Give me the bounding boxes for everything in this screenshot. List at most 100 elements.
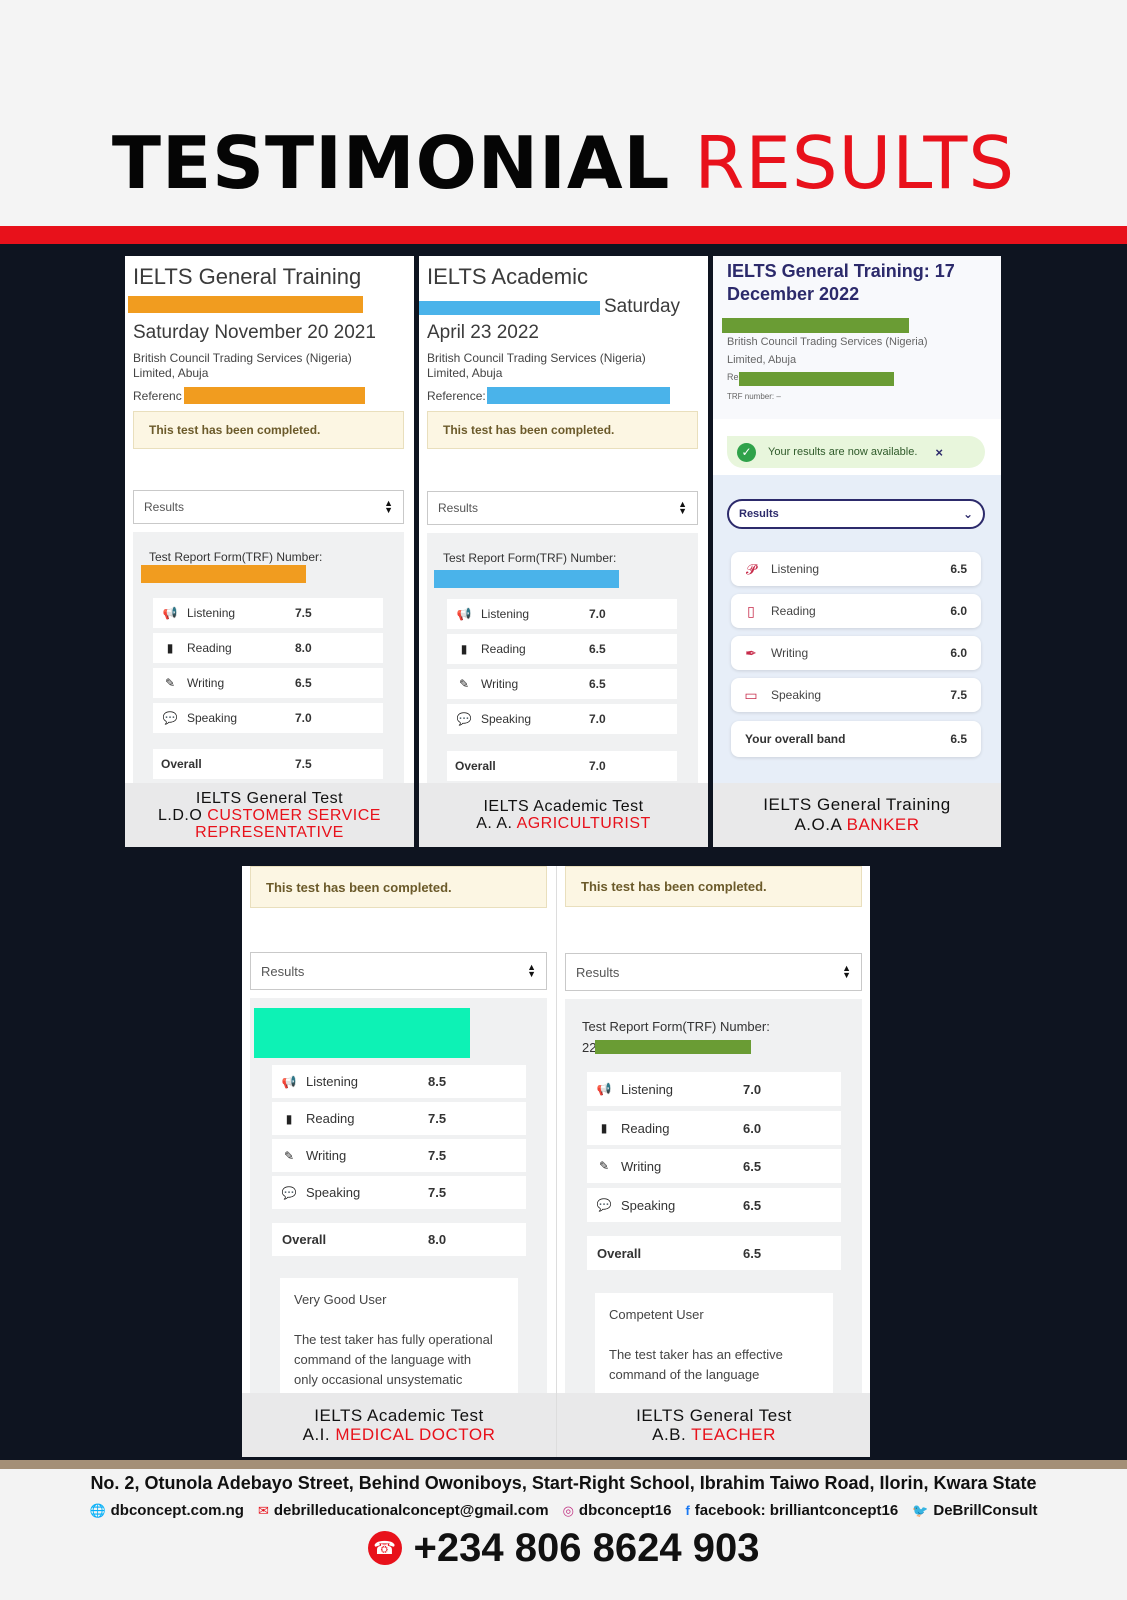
twitter-contact[interactable]: 🐦 DeBrillConsult <box>912 1502 1037 1519</box>
book-icon: ▮ <box>285 1111 293 1126</box>
testimonial-caption: IELTS Academic Test A.I. MEDICAL DOCTOR <box>242 1393 556 1457</box>
band-description: Very Good User The test taker has fully … <box>280 1278 518 1398</box>
score-row-overall: Overall 6.5 <box>587 1236 841 1270</box>
redaction-bar <box>128 296 363 313</box>
result-card-1: IELTS General Training Saturday November… <box>125 256 414 847</box>
score-value: 7.5 <box>428 1111 447 1126</box>
banner-text: Your results are now available. <box>768 446 918 458</box>
megaphone-icon: 📢 <box>596 1082 612 1096</box>
testimonial-caption: IELTS General Test L.D.O CUSTOMER SERVIC… <box>125 783 414 847</box>
facebook-contact[interactable]: f facebook: brilliantconcept16 <box>685 1502 898 1519</box>
caption-initials: A.B. <box>652 1425 687 1444</box>
score-label: Writing <box>481 677 519 691</box>
caption-test-type: IELTS General Test <box>636 1406 792 1425</box>
book-icon: ▮ <box>460 642 468 656</box>
title-part1: TESTIMONIAL <box>111 121 671 205</box>
globe-icon: 🌐 <box>89 1502 106 1518</box>
book-icon: ▯ <box>747 602 755 619</box>
instagram-icon: ◎ <box>562 1502 574 1518</box>
results-available-banner: ✓ Your results are now available. × <box>727 436 985 468</box>
score-row-speaking: ▭ Speaking 7.5 <box>731 678 981 712</box>
speech-icon: 💬 <box>162 711 178 725</box>
score-value: 7.0 <box>589 712 606 726</box>
score-row-overall: Overall 8.0 <box>272 1223 526 1256</box>
test-center-line2: Limited, Abuja <box>727 354 797 366</box>
score-row-writing: ✎ Writing 6.5 <box>587 1149 841 1183</box>
caption-profession: AGRICULTURIST <box>516 815 651 832</box>
score-label: Speaking <box>481 712 532 726</box>
close-icon[interactable]: × <box>935 445 943 460</box>
phone-contact[interactable]: ☎ +234 806 8624 903 <box>0 1520 1127 1576</box>
caption-test-type: IELTS Academic Test <box>314 1406 484 1425</box>
test-center-line2: Limited, Abuja <box>427 366 503 380</box>
card-title-line1: IELTS General Training: 17 <box>727 261 955 281</box>
score-label: Speaking <box>187 711 238 725</box>
reference-label: Re <box>727 372 739 382</box>
reference-label: Reference: <box>427 389 486 403</box>
card-title: IELTS Academic <box>427 264 588 289</box>
page-title: TESTIMONIAL RESULTS <box>0 118 1127 208</box>
updown-icon: ▲ ▼ <box>678 499 687 516</box>
speech-icon: 💬 <box>456 712 472 726</box>
pen-icon: ✒ <box>745 644 757 661</box>
address: No. 2, Otunola Adebayo Street, Behind Ow… <box>90 1473 1037 1493</box>
score-value: 8.0 <box>295 641 312 655</box>
select-value: Results <box>739 508 779 520</box>
score-label: Writing <box>621 1158 662 1174</box>
score-row-overall: Overall 7.5 <box>153 749 383 779</box>
score-value: 6.5 <box>295 676 312 690</box>
card-title: IELTS General Training <box>133 264 362 289</box>
results-select[interactable]: Results ⌄ <box>727 499 985 529</box>
overall-label: Overall <box>455 759 496 773</box>
pencil-icon: ✎ <box>164 676 176 690</box>
testimonial-caption: IELTS Academic Test A. A. AGRICULTURIST <box>419 783 708 847</box>
results-select[interactable]: Results ▲ ▼ <box>427 491 698 525</box>
facebook-text: facebook: brilliantconcept16 <box>694 1502 899 1519</box>
score-row-listening: 𝓟 Listening 6.5 <box>731 552 981 586</box>
book-icon: ▮ <box>166 641 174 655</box>
score-row-listening: 📢 Listening 7.0 <box>587 1072 841 1106</box>
caption-person: L.D.O CUSTOMER SERVICE <box>125 807 414 824</box>
overall-value: 8.0 <box>428 1232 447 1247</box>
caption-profession: MEDICAL DOCTOR <box>335 1425 496 1444</box>
overall-label: Overall <box>282 1232 327 1247</box>
band-desc-line2: command of the language <box>609 1367 760 1382</box>
test-center-line1: British Council Trading Services (Nigeri… <box>427 351 646 365</box>
score-value: 7.0 <box>743 1081 762 1097</box>
score-value: 6.5 <box>743 1197 762 1213</box>
book-icon: ▮ <box>600 1121 608 1135</box>
score-label: Speaking <box>306 1185 361 1200</box>
completed-notice: This test has been completed. <box>427 411 698 449</box>
score-value: 6.5 <box>589 677 606 691</box>
trf-label: Test Report Form(TRF) Number: <box>582 1019 770 1034</box>
score-row-listening: 📢 Listening 8.5 <box>272 1065 526 1098</box>
footer-divider <box>0 1460 1127 1469</box>
score-row-speaking: 💬 Speaking 7.0 <box>153 703 383 733</box>
score-value: 7.0 <box>295 711 312 725</box>
results-select[interactable]: Results ▲ ▼ <box>250 952 547 990</box>
check-circle-icon: ✓ <box>737 442 756 462</box>
score-label: Listening <box>771 562 820 576</box>
caption-test-type: IELTS General Test <box>195 789 344 807</box>
band-desc-line2: command of the language with <box>294 1352 472 1367</box>
score-row-listening: 📢 Listening 7.5 <box>153 598 383 628</box>
website-contact[interactable]: 🌐 dbconcept.com.ng <box>89 1502 244 1519</box>
completed-notice: This test has been completed. <box>250 866 547 908</box>
results-select[interactable]: Results ▲ ▼ <box>133 490 404 524</box>
caption-initials: A.O.A <box>794 815 842 834</box>
score-label: Listening <box>481 607 530 621</box>
select-value: Results <box>438 501 479 515</box>
results-select[interactable]: Results ▲ ▼ <box>565 953 862 991</box>
trf-label: Test Report Form(TRF) Number: <box>443 551 617 565</box>
caption-person: A. A. AGRICULTURIST <box>419 815 708 832</box>
test-date-part2: April 23 2022 <box>427 322 539 343</box>
facebook-icon: f <box>685 1503 690 1518</box>
score-row-writing: ✎ Writing 7.5 <box>272 1139 526 1172</box>
email-contact[interactable]: ✉ debrilleducationalconcept@gmail.com <box>258 1502 549 1519</box>
score-value: 7.5 <box>295 606 312 620</box>
score-row-speaking: 💬 Speaking 6.5 <box>587 1188 841 1222</box>
score-label: Reading <box>621 1120 670 1136</box>
card-title-line2: December 2022 <box>727 284 860 304</box>
instagram-contact[interactable]: ◎ dbconcept16 <box>563 1502 672 1519</box>
score-value: 6.5 <box>589 642 606 656</box>
